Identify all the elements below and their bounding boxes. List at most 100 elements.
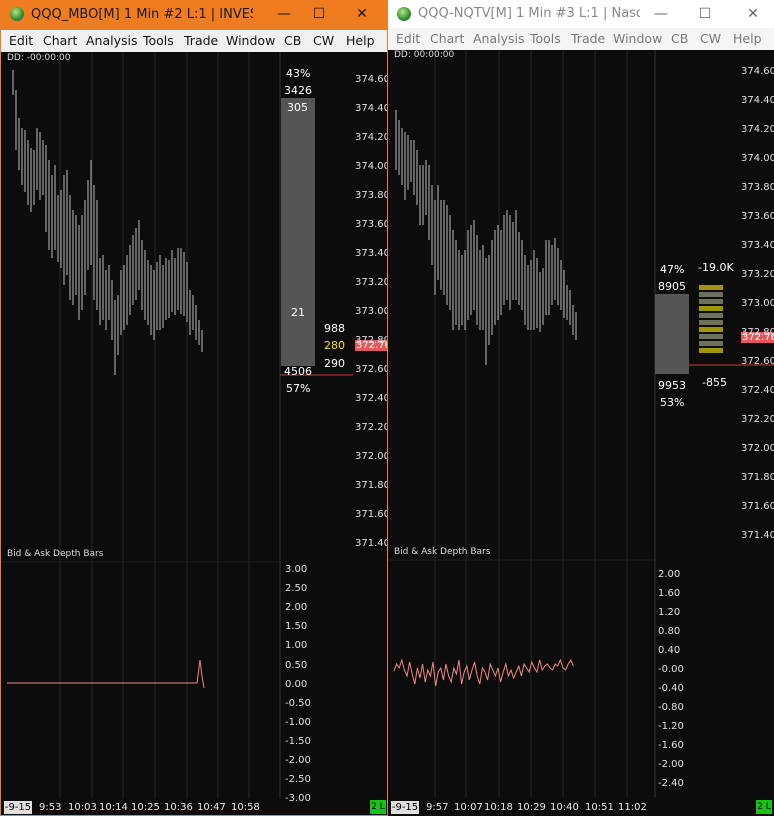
price_axis-label: 371.80 [741,472,774,483]
time-axis-label: 10:51 [585,802,614,813]
time-axis-label: 10:25 [131,802,160,813]
price_axis-label: 372.80 [355,335,388,346]
price_axis-label: 374.60 [355,74,388,85]
price_axis-label: 373.00 [355,306,388,317]
price_axis-label: 372.00 [355,451,388,462]
time-axis-label: 10:47 [197,802,226,813]
price_axis-label: 372.60 [741,356,774,367]
depth-bar [281,98,315,366]
depth-right-mid: 280 [324,339,345,352]
study_axis-label: 1.20 [658,607,681,618]
price_axis-label: 374.60 [741,66,774,77]
time-axis-label: 10:18 [484,802,513,813]
study_axis-label: 2.00 [285,602,308,614]
price_axis-label: 373.60 [741,211,774,222]
time-axis-label: 10:03 [68,802,97,813]
study_axis-label: 2.00 [658,569,681,580]
study_axis-label: 0.40 [658,645,681,656]
study_axis-label: -2.50 [285,774,311,786]
delta-bottom: -855 [702,376,727,389]
ask-top-size: 305 [287,101,308,114]
study_axis-label: 2.50 [285,583,308,595]
ask-percent: 43% [286,67,311,80]
price_axis-label: 371.60 [355,509,388,520]
study_axis-label: 3.00 [285,564,308,575]
date-badge[interactable]: -9-15 [4,801,32,814]
price_axis-label: 372.60 [355,364,388,375]
delta-stack-mark [699,292,723,297]
study-label: Bid & Ask Depth Bars [394,547,491,557]
bid-total: 9953 [658,379,686,392]
bid-percent: 57% [286,382,311,395]
study_axis-label: -2.00 [285,755,311,766]
study_axis-label: -0.40 [658,683,684,694]
study_axis-label: -0.00 [658,664,684,675]
chart-window-nqtv[interactable]: QQQ-NQTV[M] 1 Min #3 L:1 | Nasdaq ... — … [388,0,774,816]
ask-percent: 47% [660,263,685,276]
time-axis-label: 10:29 [517,802,546,813]
link-badge[interactable]: 2 L [756,800,772,814]
ask-total: 3426 [284,84,312,97]
delta-stack-mark [699,313,723,318]
price_axis-label: 372.20 [355,422,388,433]
study_axis-label: -0.80 [658,702,684,713]
delta-stack-mark [699,299,723,304]
delta-stack-mark [699,306,723,311]
price_axis-label: 371.80 [355,480,388,491]
chart-canvas[interactable] [388,0,774,816]
study_axis-label: -2.40 [658,778,684,789]
price_axis-label: 374.40 [741,95,774,106]
study-line [7,659,205,689]
depth-right-bottom: 290 [324,357,345,370]
time-axis-label: 9:57 [426,802,449,813]
time-axis-label: 10:40 [550,802,579,813]
study_axis-label: -1.00 [285,716,311,728]
time-axis-label: 10:14 [99,802,128,813]
ask-bottom-size: 21 [291,306,305,319]
time-axis-label: 9:53 [39,802,62,813]
price_axis-label: 372.00 [741,443,774,454]
price_axis-label: 373.20 [355,277,388,288]
price_axis-label: 373.80 [355,190,388,201]
time-axis-label: 11:02 [618,802,647,813]
study-line [393,658,574,687]
study_axis-label: -1.20 [658,721,684,732]
study_axis-label: -2.00 [658,759,684,770]
dd-label: DD: 00:00:00 [394,50,455,60]
ask-total: 8905 [658,280,686,293]
price_axis-label: 374.20 [355,132,388,143]
time-axis-label: 10:58 [231,802,260,813]
price_axis-label: 373.40 [741,240,774,251]
price_axis-label: 374.20 [741,124,774,135]
study_axis-label: -1.50 [285,735,311,747]
price_axis-label: 372.40 [355,393,388,404]
price_axis-label: 373.60 [355,219,388,230]
delta-stack-mark [699,285,723,290]
delta-stack-mark [699,327,723,332]
date-badge[interactable]: -9-15 [391,801,419,814]
study_axis-label: 1.50 [285,621,308,633]
chart-canvas[interactable] [1,0,388,816]
study_axis-label: 1.00 [285,640,308,652]
price_axis-label: 372.80 [741,327,774,338]
study_axis-label: -0.50 [285,697,311,709]
price_axis-label: 371.60 [741,501,774,512]
price_axis-label: 373.40 [355,248,388,259]
time-axis-label: 10:36 [164,802,193,813]
price_axis-label: 373.80 [741,182,774,193]
chart-window-mbo[interactable]: QQQ_MBO[M] 1 Min #2 L:1 | INVESCO... — ☐… [0,0,388,816]
price_axis-label: 373.20 [741,269,774,280]
price_axis-label: 371.40 [355,538,388,549]
depth-bar [655,294,689,374]
price_axis-label: 373.00 [741,298,774,309]
price_axis-label: 374.00 [741,153,774,164]
price_axis-label: 372.20 [741,414,774,425]
time-axis-label: 10:07 [454,802,483,813]
delta-top: -19.0K [698,261,734,274]
study_axis-label: 0.50 [285,659,308,671]
bid-total: 4506 [284,365,312,378]
price_axis-label: 372.40 [741,385,774,396]
study_axis-label: 0.80 [658,626,681,637]
delta-stack-mark [699,320,723,325]
link-badge[interactable]: 2 L [370,800,386,814]
